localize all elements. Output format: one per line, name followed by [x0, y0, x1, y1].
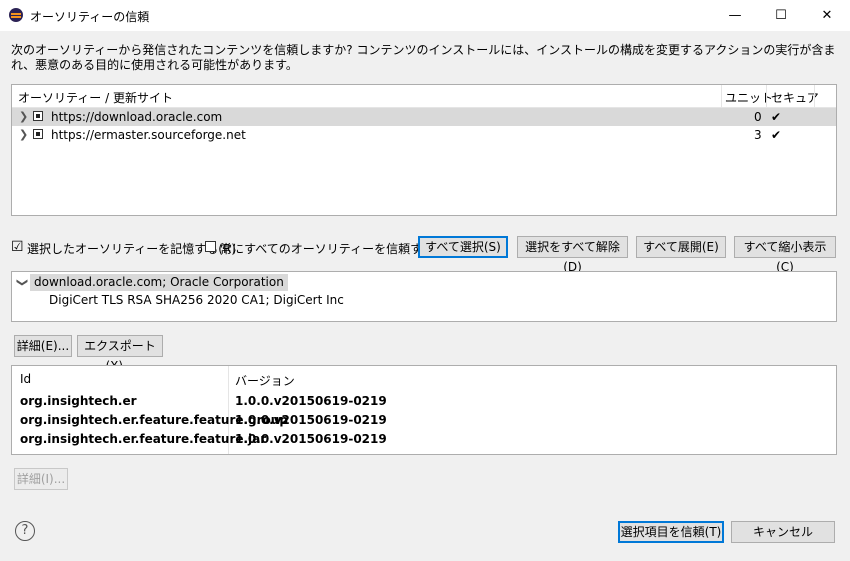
chevron-right-icon[interactable]: ❯ — [19, 110, 28, 123]
authority-url: https://ermaster.sourceforge.net — [51, 128, 246, 142]
column-separator — [766, 85, 767, 107]
cert-child-node[interactable]: DigiCert TLS RSA SHA256 2020 CA1; DigiCe… — [49, 293, 344, 307]
remember-checkbox[interactable]: ☑ — [11, 239, 24, 255]
cert-details-button[interactable]: 詳細(E)... — [14, 335, 72, 357]
chevron-down-icon[interactable]: ❯ — [16, 278, 29, 287]
authority-row[interactable]: ❯ https://download.oracle.com 0 ✔ — [12, 108, 836, 126]
unit-id[interactable]: org.insightech.er.feature.feature.jar — [20, 432, 266, 446]
deselect-all-button[interactable]: 選択をすべて解除(D) — [517, 236, 628, 274]
window-title: オーソリティーの信頼 — [30, 10, 150, 24]
cert-root-node[interactable]: download.oracle.com; Oracle Corporation — [30, 274, 288, 291]
expand-all-button[interactable]: すべて展開(E) — [636, 236, 726, 258]
certificate-tree: ❯ download.oracle.com; Oracle Corporatio… — [11, 271, 837, 322]
always-trust-label[interactable]: 常にすべてのオーソリティーを信頼する(A) — [220, 240, 452, 257]
eclipse-app-icon — [9, 8, 23, 22]
authority-url: https://download.oracle.com — [51, 110, 223, 124]
trust-selected-button[interactable]: 選択項目を信頼(T) — [618, 521, 724, 543]
unit-version: 1.0.0.v20150619-0219 — [235, 394, 387, 408]
row-checkbox[interactable] — [33, 111, 43, 121]
unit-version: 1.0.0.v20150619-0219 — [235, 413, 387, 427]
column-separator — [721, 85, 722, 107]
header-id[interactable]: Id — [20, 372, 31, 386]
chevron-right-icon[interactable]: ❯ — [19, 128, 28, 141]
units-table: Id バージョン org.insightech.er 1.0.0.v201506… — [11, 365, 837, 455]
authority-table: オーソリティー / 更新サイト ユニット セキュア ❯ https://down… — [11, 84, 837, 216]
minimize-button[interactable]: — — [712, 0, 758, 31]
authority-table-header: オーソリティー / 更新サイト ユニット セキュア — [12, 85, 836, 108]
title-bar: オーソリティーの信頼 — ☐ ✕ — [0, 0, 850, 31]
unit-version: 1.0.0.v20150619-0219 — [235, 432, 387, 446]
column-separator — [814, 85, 815, 107]
close-button[interactable]: ✕ — [804, 0, 850, 31]
maximize-button[interactable]: ☐ — [758, 0, 804, 31]
header-secure[interactable]: セキュア — [771, 89, 819, 106]
unit-id[interactable]: org.insightech.er — [20, 394, 137, 408]
header-version[interactable]: バージョン — [235, 372, 295, 389]
cert-export-button[interactable]: エクスポート(X)... — [77, 335, 163, 373]
authority-row[interactable]: ❯ https://ermaster.sourceforge.net 3 ✔ — [12, 126, 836, 144]
select-all-button[interactable]: すべて選択(S) — [418, 236, 508, 258]
help-icon[interactable]: ? — [15, 521, 35, 541]
cancel-button[interactable]: キャンセル — [731, 521, 835, 543]
trust-description: 次のオーソリティーから発信されたコンテンツを信頼しますか? コンテンツのインスト… — [11, 43, 836, 72]
units-count: 0 — [754, 110, 762, 124]
header-authority[interactable]: オーソリティー / 更新サイト — [18, 89, 173, 106]
secure-checkmark-icon: ✔ — [771, 110, 782, 124]
secure-checkmark-icon: ✔ — [771, 128, 782, 142]
row-checkbox[interactable] — [33, 129, 43, 139]
units-count: 3 — [754, 128, 762, 142]
unit-details-button[interactable]: 詳細(I)... — [14, 468, 68, 490]
collapse-all-button[interactable]: すべて縮小表示(C) — [734, 236, 836, 274]
always-trust-checkbox[interactable] — [205, 241, 216, 252]
